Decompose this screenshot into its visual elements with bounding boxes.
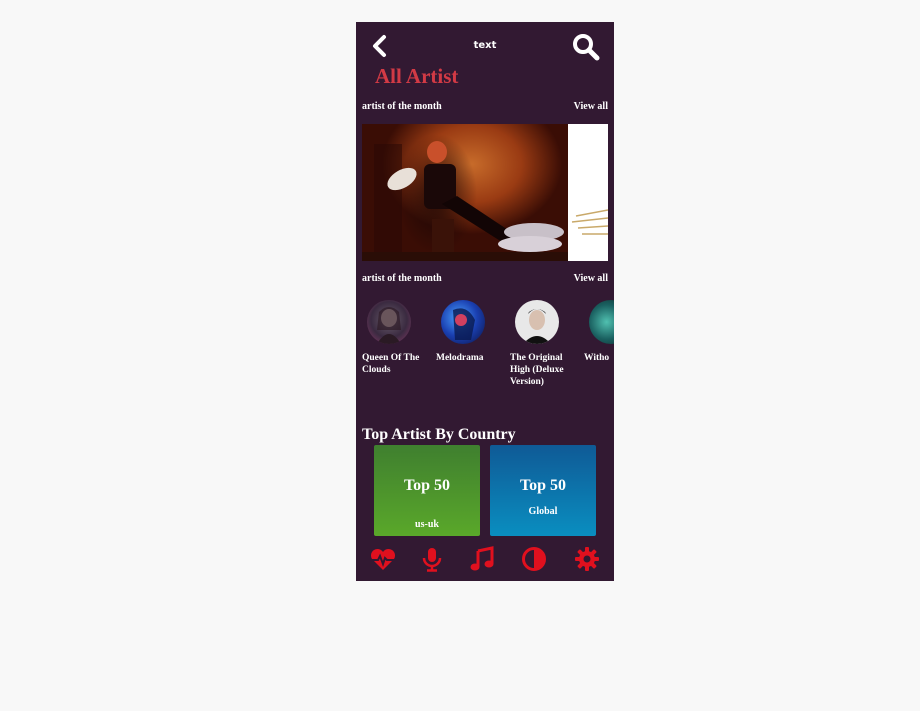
avatar (589, 300, 614, 344)
artist-item[interactable]: Melodrama (436, 300, 494, 364)
avatar (367, 300, 411, 344)
section-title-top-artist-by-country: Top Artist By Country (362, 426, 516, 443)
gear-icon (575, 547, 599, 571)
artist-photo-illustration (571, 209, 608, 235)
featured-artist-image[interactable] (362, 124, 568, 261)
artist-name: Witho (584, 353, 610, 363)
next-artist-image[interactable] (568, 124, 608, 261)
artist-name: Queen Of The Clouds (362, 353, 420, 375)
artist-list: Queen Of The Clouds Melodrama The Origin… (362, 300, 614, 410)
artist-item[interactable]: The Original High (Deluxe Version) (510, 300, 568, 388)
nav-favorites-button[interactable] (369, 545, 397, 573)
app-screen: text All Artist artist of the month View… (356, 22, 614, 581)
card-title: Top 50 (403, 477, 451, 494)
microphone-icon (422, 548, 442, 572)
page-title: All Artist (375, 64, 459, 88)
search-icon (573, 34, 600, 61)
avatar (441, 300, 485, 344)
featured-carousel[interactable] (362, 124, 608, 261)
section-header-artist-of-month: artist of the month View all (362, 101, 608, 115)
top50-global-card[interactable]: Top 50 Global (490, 445, 596, 536)
nav-settings-button[interactable] (573, 545, 601, 573)
search-button[interactable] (572, 33, 600, 61)
nav-music-button[interactable] (468, 545, 496, 573)
top50-us-uk-card[interactable]: Top 50 us-uk (374, 445, 480, 536)
avatar (515, 300, 559, 344)
section-label: artist of the month (362, 273, 442, 284)
heartbeat-icon (370, 548, 396, 570)
card-title: Top 50 (519, 477, 567, 494)
bottom-nav (356, 542, 614, 578)
nav-theme-button[interactable] (520, 545, 548, 573)
artist-photo-illustration (362, 141, 568, 261)
nav-microphone-button[interactable] (418, 545, 446, 573)
music-icon (470, 546, 494, 571)
artist-name: Melodrama (436, 353, 484, 363)
top-bar: text (356, 22, 614, 70)
view-all-link[interactable]: View all (574, 273, 608, 284)
artist-thumbnail (453, 308, 475, 340)
artist-item[interactable]: Witho (584, 300, 614, 364)
artist-thumbnail (377, 307, 401, 344)
artist-item[interactable]: Queen Of The Clouds (362, 300, 420, 376)
section-header-artists: artist of the month View all (362, 273, 608, 287)
contrast-icon (522, 547, 546, 571)
view-all-link[interactable]: View all (574, 101, 608, 112)
card-subtitle: us-uk (415, 519, 439, 530)
section-label: artist of the month (362, 101, 442, 112)
card-subtitle: Global (528, 506, 558, 517)
artist-name: The Original High (Deluxe Version) (510, 353, 564, 387)
artist-thumbnail (523, 309, 551, 344)
